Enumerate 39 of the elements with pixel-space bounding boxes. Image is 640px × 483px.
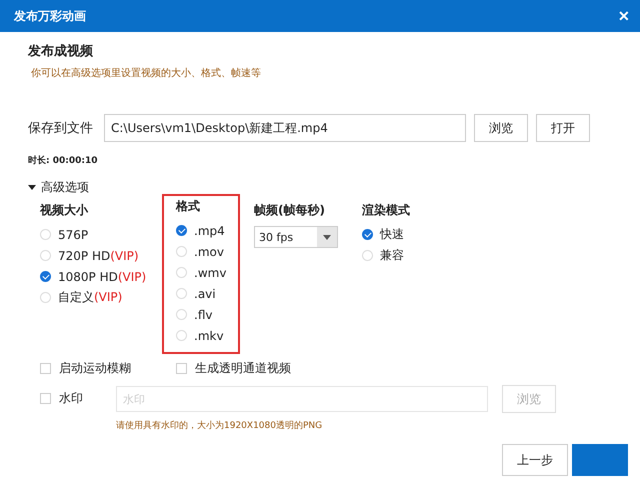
dialog-button[interactable]: 浏览 (474, 114, 528, 142)
column-heading: 格式 (176, 198, 201, 215)
checkbox[interactable] (40, 363, 51, 374)
option-label[interactable]: 1080P HD(VIP) (58, 270, 146, 284)
window-title: 发布万彩动画 (14, 8, 86, 24)
option-label[interactable]: .mov (194, 244, 224, 258)
duration-text: 时长: 00:00:10 (28, 154, 99, 167)
hint-text: 你可以在高级选项里设置视频的大小、格式、帧速等 (31, 66, 262, 80)
option-label[interactable]: .flv (194, 308, 212, 322)
option-label[interactable]: .wmv (194, 266, 226, 280)
section-heading: 发布成视频 (28, 43, 94, 60)
checkbox-label[interactable]: 生成透明通道视频 (195, 360, 291, 377)
expand-triangle-icon[interactable] (28, 184, 36, 192)
primary-button[interactable] (572, 444, 628, 476)
radio-button[interactable] (176, 225, 187, 236)
option-label[interactable]: 720P HD(VIP) (58, 248, 139, 262)
option-label[interactable]: 兼容 (380, 247, 404, 264)
framerate-dropdown[interactable]: 30 fps (254, 226, 338, 248)
column-heading: 帧频(帧每秒) (254, 202, 326, 219)
radio-button[interactable] (362, 229, 373, 240)
advanced-options-label[interactable]: 高级选项 (41, 179, 89, 196)
option-label[interactable]: 自定义(VIP) (58, 289, 122, 306)
checkbox[interactable] (176, 363, 187, 374)
back-button[interactable]: 上一步 (502, 444, 568, 476)
column-heading: 渲染模式 (362, 202, 411, 219)
close-button[interactable]: ✕ (614, 6, 634, 26)
dropdown-arrow-icon (323, 234, 331, 240)
option-label[interactable]: 576P (58, 228, 88, 242)
option-label[interactable]: .avi (194, 286, 216, 300)
path-field[interactable]: C:\Users\vm1\Desktop\新建工程.mp4 (104, 114, 466, 142)
option-label[interactable]: .mp4 (194, 224, 225, 238)
save-label: 保存到文件 (28, 120, 94, 137)
checkbox-label[interactable]: 启动运动模糊 (59, 360, 131, 377)
option-label[interactable]: 快速 (380, 226, 404, 243)
dialog-button[interactable]: 打开 (536, 114, 590, 142)
radio-button[interactable] (40, 271, 51, 282)
option-label[interactable]: .mkv (194, 328, 224, 342)
column-heading: 视频大小 (40, 202, 90, 219)
watermark-note: 请使用具有水印的，大小为1920X1080透明的PNG (116, 420, 324, 432)
